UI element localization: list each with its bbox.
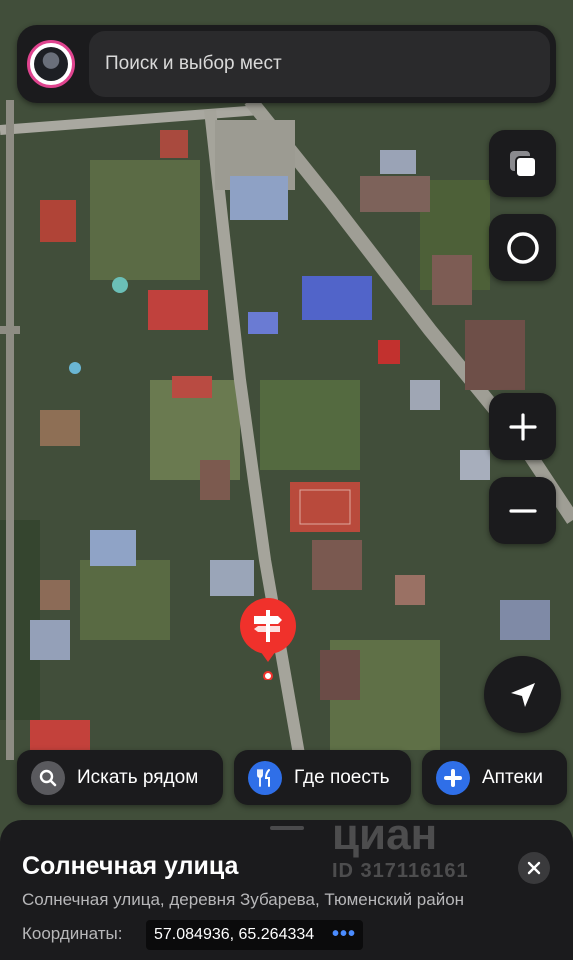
layers-icon [509, 150, 537, 178]
cross-icon [436, 760, 470, 795]
more-icon[interactable]: ••• [332, 924, 356, 944]
place-card: циан ID 317116161 Солнечная улица Солнеч… [0, 810, 573, 960]
chip-where-to-eat[interactable]: Где поесть [234, 750, 411, 805]
location-pin[interactable] [236, 596, 300, 680]
minus-icon [508, 508, 537, 513]
search-icon [31, 760, 65, 795]
chip-label: Искать рядом [77, 766, 199, 788]
watermark-id: ID 317116161 [332, 860, 469, 882]
coordinates-label: Координаты: [22, 924, 123, 943]
watermark: циан ID 317116161 [262, 810, 562, 900]
place-title: Солнечная улица [22, 852, 239, 880]
zoom-in-button[interactable] [489, 393, 556, 460]
zoom-out-button[interactable] [489, 477, 556, 544]
navigation-arrow-icon [510, 682, 535, 707]
coordinates-value: 57.084936, 65.264334 [154, 926, 315, 943]
search-bar: Поиск и выбор мест [17, 25, 556, 103]
chip-label: Где поесть [294, 766, 390, 788]
ring-icon [506, 231, 539, 264]
place-address: Солнечная улица, деревня Зубарева, Тюмен… [22, 890, 465, 909]
search-input[interactable]: Поиск и выбор мест [89, 31, 550, 97]
map-mode-button[interactable] [489, 214, 556, 281]
layers-button[interactable] [489, 130, 556, 197]
sheet-handle[interactable] [270, 826, 304, 830]
chip-pharmacies[interactable]: Аптеки [422, 750, 567, 805]
plus-icon [508, 412, 537, 441]
satellite-map[interactable] [0, 0, 573, 960]
search-placeholder: Поиск и выбор мест [105, 53, 282, 74]
fork-knife-icon [248, 760, 282, 795]
coordinates-box[interactable]: 57.084936, 65.264334 ••• [146, 920, 363, 950]
close-button[interactable] [518, 852, 550, 884]
chip-search-nearby[interactable]: Искать рядом [17, 750, 223, 805]
chip-label: Аптеки [482, 766, 543, 788]
locate-button[interactable] [484, 656, 561, 733]
close-icon [527, 861, 541, 875]
avatar[interactable] [27, 40, 75, 88]
map-app: Поиск и выбор мест Искать рядом Где поес… [0, 0, 573, 960]
